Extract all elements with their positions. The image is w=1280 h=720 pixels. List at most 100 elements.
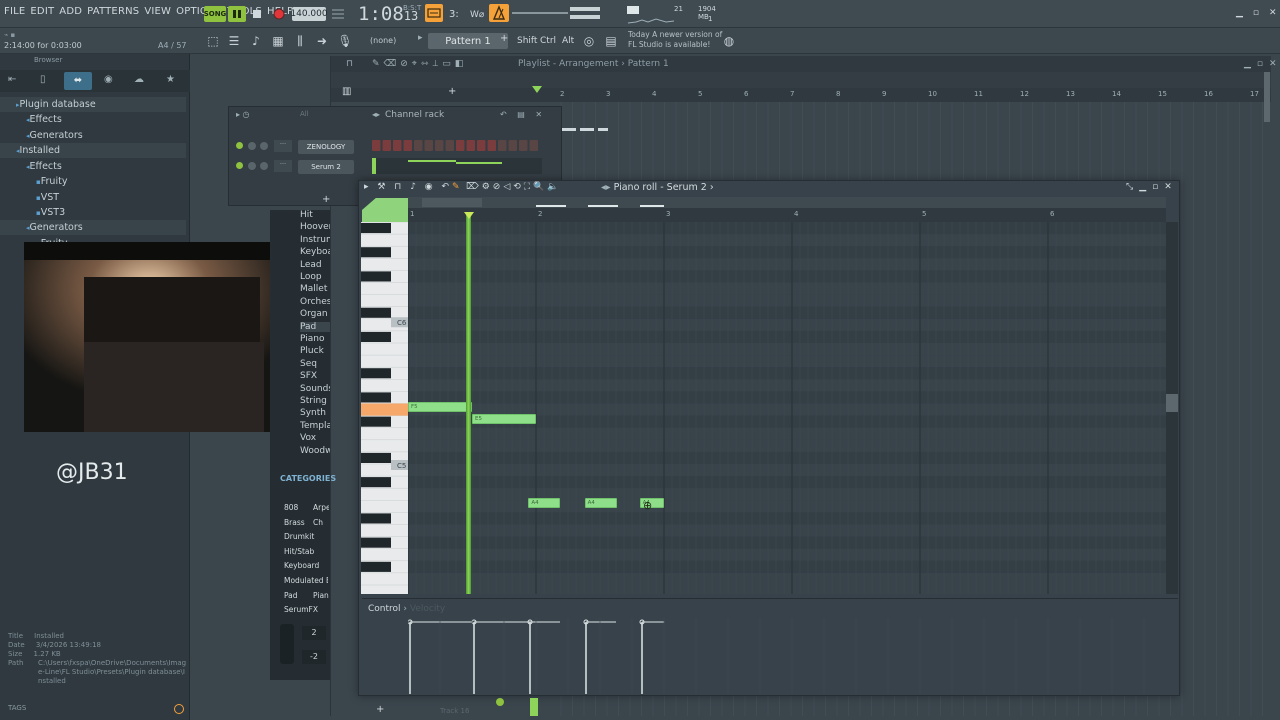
black-key[interactable] [361, 271, 391, 282]
play-button[interactable] [228, 6, 246, 22]
cloud-icon[interactable]: ☁ [134, 74, 144, 85]
metronome-button[interactable] [489, 4, 509, 22]
playlist-position-marker[interactable] [532, 86, 542, 93]
playlist-window-controls[interactable]: ▁▫✕ [1244, 59, 1280, 69]
pattern-prev-icon[interactable]: ▸ [418, 33, 423, 43]
playlist-magnet-icon[interactable]: ⊓ [346, 59, 353, 69]
channel-2-route[interactable]: --- [274, 160, 292, 172]
snap-icon[interactable]: ⬚ [204, 32, 222, 50]
draw-tool-icon[interactable]: ✎ [452, 182, 460, 192]
step-button[interactable] [382, 140, 392, 151]
add-pattern-icon[interactable]: + [500, 33, 508, 44]
microphone-icon[interactable]: 🎙 [336, 32, 354, 50]
mixer-icon[interactable]: ⫼ [291, 32, 309, 50]
black-key[interactable] [361, 392, 391, 403]
piano-roll-ruler[interactable]: 1 2 3 4 5 6 [408, 208, 1166, 222]
category-tag[interactable]: Arpe [313, 503, 329, 512]
note[interactable]: A4 [584, 498, 617, 509]
channel-1-steps[interactable] [372, 140, 542, 152]
menu-file[interactable]: FILE [4, 6, 25, 17]
maximize-icon[interactable]: ▫ [1253, 8, 1259, 18]
step-button[interactable] [498, 140, 507, 151]
preset-category[interactable]: Hit [300, 210, 330, 220]
search-icon[interactable] [174, 704, 184, 714]
close-icon[interactable]: ✕ [1269, 8, 1277, 18]
channel-1-name[interactable]: ZENOLOGY [298, 140, 354, 154]
step-button[interactable] [372, 140, 381, 151]
browser-item[interactable]: ◂ Effects [0, 112, 186, 127]
step-button[interactable] [519, 140, 528, 151]
playlist-tools[interactable]: ✎⌫⊘⌖⇿⟂▭◧ [372, 59, 467, 69]
add-channel-icon[interactable]: + [322, 194, 330, 205]
black-key[interactable] [361, 452, 391, 463]
channel-rack-arrows-icon[interactable]: ◂▸ [372, 110, 380, 119]
channel-filter[interactable]: All [300, 110, 309, 118]
playlist-pattern-icon[interactable]: ▥ [342, 86, 351, 97]
preset-category[interactable]: Woodw [300, 446, 330, 456]
preset-category[interactable]: SFX [300, 371, 330, 381]
piano-roll-overview[interactable] [408, 197, 1166, 208]
preset-category[interactable]: Lead [300, 260, 330, 270]
playlist-icon[interactable]: ☰ [225, 32, 243, 50]
menu-edit[interactable]: EDIT [30, 6, 54, 17]
touch-icon[interactable]: ◎ [580, 32, 598, 50]
serum-slider[interactable] [280, 624, 294, 664]
store-icon[interactable]: ▤ [602, 32, 620, 50]
step-button[interactable] [403, 140, 413, 151]
piano-roll-edit-tools[interactable]: ⌦⚙⊘◁⟲⛶🔍🔈 [466, 182, 562, 192]
preset-category[interactable]: Sounds [300, 384, 330, 394]
browser-item[interactable]: ▸ Plugin database [0, 97, 186, 112]
channel-1-led[interactable] [236, 142, 243, 149]
preset-category[interactable]: String [300, 396, 330, 406]
category-tag[interactable]: Hit/Stab [284, 547, 328, 556]
preset-category[interactable]: Orchest [300, 297, 330, 307]
pressed-key[interactable] [361, 403, 408, 416]
step-button[interactable] [414, 140, 423, 151]
black-key[interactable] [361, 513, 391, 524]
news-panel[interactable]: Today A newer version of FL Studio is av… [628, 30, 722, 50]
step-button[interactable] [393, 140, 402, 151]
playhead-marker[interactable] [464, 212, 474, 219]
step-button[interactable] [466, 140, 476, 151]
menu-view[interactable]: VIEW [144, 6, 171, 17]
serum-value-knobs[interactable]: 2 -2 [280, 622, 328, 668]
category-tag[interactable]: Modulated Ba [284, 576, 328, 585]
browser-item[interactable]: ◂ Installed [0, 143, 186, 158]
preset-category[interactable]: Mallet [300, 284, 330, 294]
tags-label[interactable]: TAGS [8, 704, 26, 712]
browser-item[interactable]: ◂ Generators [0, 220, 186, 235]
horizontal-scroll-handle[interactable] [496, 698, 504, 706]
piano-roll-grid[interactable] [408, 222, 1166, 594]
preset-category[interactable]: Keyboa [300, 247, 330, 257]
channel-rack-icon[interactable]: ▦ [269, 32, 287, 50]
preset-category[interactable]: Vox [300, 433, 330, 443]
preset-category[interactable]: Instrum [300, 235, 330, 245]
browser-item[interactable]: ▪ VST [0, 190, 186, 205]
globe-icon[interactable]: ◉ [104, 74, 113, 85]
playlist-clip[interactable] [562, 128, 608, 131]
step-button[interactable] [508, 140, 518, 151]
step-button[interactable] [477, 140, 486, 151]
category-tag[interactable]: Ch [313, 518, 329, 527]
piano-roll-tools[interactable]: ▸ ⚒ ⊓ ♪ ◉ ↶ [364, 182, 452, 192]
collapse-icon[interactable]: ⇤ [8, 74, 16, 85]
black-key[interactable] [361, 223, 391, 234]
black-key[interactable] [361, 477, 391, 488]
master-pitch-and-volume[interactable] [512, 4, 600, 22]
playhead[interactable] [466, 212, 471, 594]
preset-category[interactable]: Piano [300, 334, 330, 344]
playlist-add-icon[interactable]: + [448, 86, 456, 97]
preset-category[interactable]: Pluck [300, 346, 330, 356]
serum-value-1[interactable]: 2 [302, 626, 326, 640]
channel-2-vol-knob[interactable] [260, 162, 268, 170]
alt-key[interactable]: Alt [559, 33, 577, 49]
piano-roll-arrows-icon[interactable]: ◂▸ [601, 182, 611, 193]
playlist-ruler[interactable]: 2 3 4 5 6 7 8 9 10 11 12 13 14 15 16 17 [460, 88, 1270, 102]
preset-category[interactable]: Templa [300, 421, 330, 431]
preset-category[interactable]: Seq [300, 359, 330, 369]
plugin-tab-icon[interactable]: ⬌ [64, 72, 92, 90]
file-icon[interactable]: ▯ [40, 74, 46, 85]
ctrl-key[interactable]: Ctrl [537, 33, 559, 49]
black-key[interactable] [361, 416, 391, 427]
menu-patterns[interactable]: PATTERNS [87, 6, 139, 17]
